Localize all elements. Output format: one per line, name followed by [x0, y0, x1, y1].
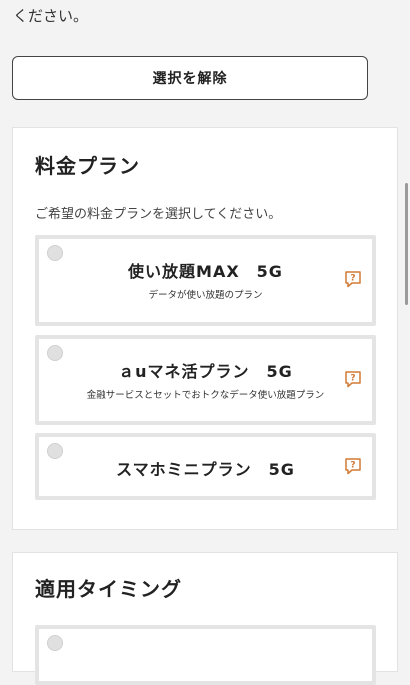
- svg-text:?: ?: [350, 374, 355, 384]
- timing-option[interactable]: [35, 625, 376, 685]
- help-icon[interactable]: ?: [344, 370, 362, 388]
- plan-option-subtitle: データが使い放題のプラン: [148, 290, 263, 301]
- radio-button[interactable]: [47, 635, 63, 651]
- plan-option-name: ａuマネ活プラン 5G: [118, 362, 293, 381]
- deselect-button[interactable]: 選択を解除: [12, 56, 368, 100]
- plan-option-au-manekatsu-5g[interactable]: ａuマネ活プラン 5G 金融サービスとセットでおトクなデータ使い放題プラン ?: [35, 335, 376, 425]
- help-icon[interactable]: ?: [344, 457, 362, 475]
- plan-section-description: ご希望の料金プランを選択してください。: [35, 207, 282, 222]
- plan-option-smaho-mini-5g[interactable]: スマホミニプラン 5G ?: [35, 433, 376, 500]
- plan-option-subtitle: 金融サービスとセットでおトクなデータ使い放題プラン: [86, 390, 325, 401]
- plan-option-name: 使い放題MAX 5G: [128, 262, 283, 281]
- timing-section-card: 適用タイミング: [12, 552, 398, 685]
- timing-section-title: 適用タイミング: [35, 577, 182, 601]
- plan-option-max-5g[interactable]: 使い放題MAX 5G データが使い放題のプラン ?: [35, 235, 376, 326]
- intro-text: ください。: [13, 7, 89, 25]
- plan-section-card: 料金プラン ご希望の料金プランを選択してください。 使い放題MAX 5G データ…: [12, 127, 398, 530]
- svg-text:?: ?: [350, 461, 355, 471]
- svg-text:?: ?: [350, 274, 355, 284]
- scrollbar[interactable]: [405, 183, 408, 305]
- plan-section-title: 料金プラン: [35, 154, 140, 178]
- plan-option-name: スマホミニプラン 5G: [116, 460, 295, 479]
- help-icon[interactable]: ?: [344, 270, 362, 288]
